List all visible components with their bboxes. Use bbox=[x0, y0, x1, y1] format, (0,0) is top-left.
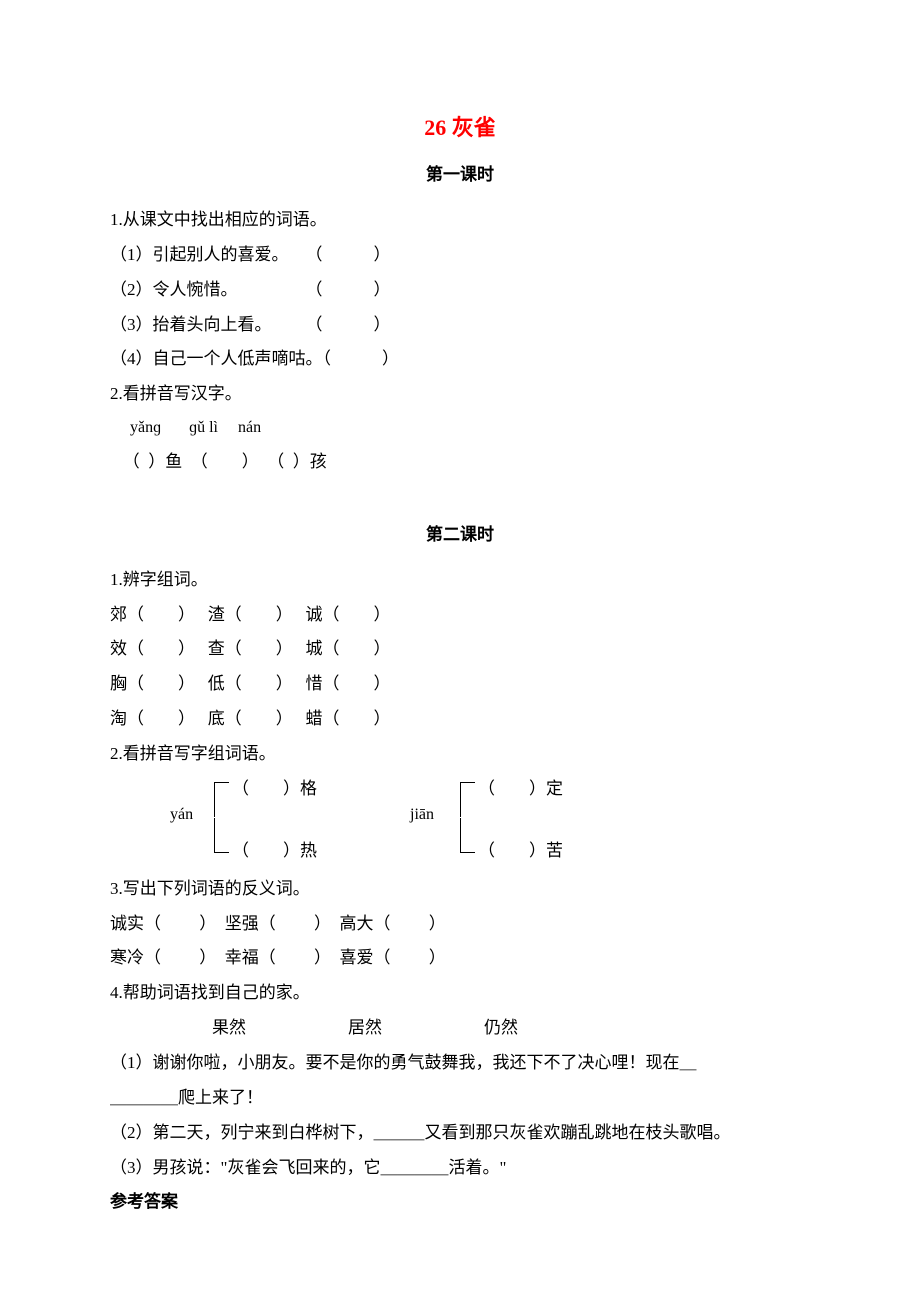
document-page: 26 灰雀 第一课时 1.从课文中找出相应的词语。 （1）引起别人的喜爱。 （ … bbox=[0, 0, 920, 1280]
q1-item-1: （1）引起别人的喜爱。 （ ） bbox=[110, 238, 810, 273]
brace-icon bbox=[460, 818, 475, 853]
bracket-group: yán （ ）格 （ ）热 jiān （ ）定 （ ）苦 bbox=[110, 778, 810, 858]
s2-q4-item-1a: （1）谢谢你啦，小朋友。要不是你的勇气鼓舞我，我还下不了决心哩！现在＿ bbox=[110, 1046, 810, 1081]
s2-q4-item-1b: ＿＿＿＿爬上来了！ bbox=[110, 1081, 810, 1116]
yan-bottom: （ ）热 bbox=[232, 836, 317, 861]
s2-q3-row-1: 诚实（ ） 坚强（ ） 高大（ ） bbox=[110, 907, 810, 942]
pinyin-yan: yán bbox=[170, 806, 193, 824]
q1-item-2: （2）令人惋惜。 （ ） bbox=[110, 273, 810, 308]
s2-q3-intro: 3.写出下列词语的反义词。 bbox=[110, 872, 810, 907]
s2-q1-row-1: 郊（ ） 渣（ ） 诚（ ） bbox=[110, 598, 810, 633]
s2-q1-row-2: 效（ ） 查（ ） 城（ ） bbox=[110, 632, 810, 667]
s2-q2-intro: 2.看拼音写字组词语。 bbox=[110, 737, 810, 772]
answers-heading: 参考答案 bbox=[110, 1185, 810, 1220]
q2-intro: 2.看拼音写汉字。 bbox=[110, 377, 810, 412]
brace-icon bbox=[460, 782, 475, 817]
s2-q1-intro: 1.辨字组词。 bbox=[110, 563, 810, 598]
s2-q4-options: 果然 居然 仍然 bbox=[110, 1011, 810, 1046]
s2-q1-row-4: 淘（ ） 底（ ） 蜡（ ） bbox=[110, 702, 810, 737]
s2-q1-row-3: 胸（ ） 低（ ） 惜（ ） bbox=[110, 667, 810, 702]
q1-item-4: （4）自己一个人低声嘀咕。（ ） bbox=[110, 342, 810, 377]
s2-q3-row-2: 寒冷（ ） 幸福（ ） 喜爱（ ） bbox=[110, 941, 810, 976]
section-1-heading: 第一课时 bbox=[110, 160, 810, 185]
jian-top: （ ）定 bbox=[478, 774, 563, 799]
s2-q4-item-2: （2）第二天，列宁来到白桦树下，＿＿＿又看到那只灰雀欢蹦乱跳地在枝头歌唱。 bbox=[110, 1116, 810, 1151]
q2-pinyin: yǎnɡ ɡǔ lì nán bbox=[110, 412, 810, 445]
q1-intro: 1.从课文中找出相应的词语。 bbox=[110, 203, 810, 238]
yan-top: （ ）格 bbox=[232, 774, 317, 799]
brace-icon bbox=[214, 818, 229, 853]
q2-chars: （ ）鱼 （ ） （ ）孩 bbox=[110, 445, 810, 480]
s2-q4-intro: 4.帮助词语找到自己的家。 bbox=[110, 976, 810, 1011]
jian-bottom: （ ）苦 bbox=[478, 836, 563, 861]
pinyin-jian: jiān bbox=[410, 806, 434, 824]
q1-item-3: （3）抬着头向上看。 （ ） bbox=[110, 308, 810, 343]
s2-q4-item-3: （3）男孩说："灰雀会飞回来的，它＿＿＿＿活着。" bbox=[110, 1151, 810, 1186]
document-title: 26 灰雀 bbox=[110, 110, 810, 142]
brace-icon bbox=[214, 782, 229, 817]
section-2-heading: 第二课时 bbox=[110, 520, 810, 545]
